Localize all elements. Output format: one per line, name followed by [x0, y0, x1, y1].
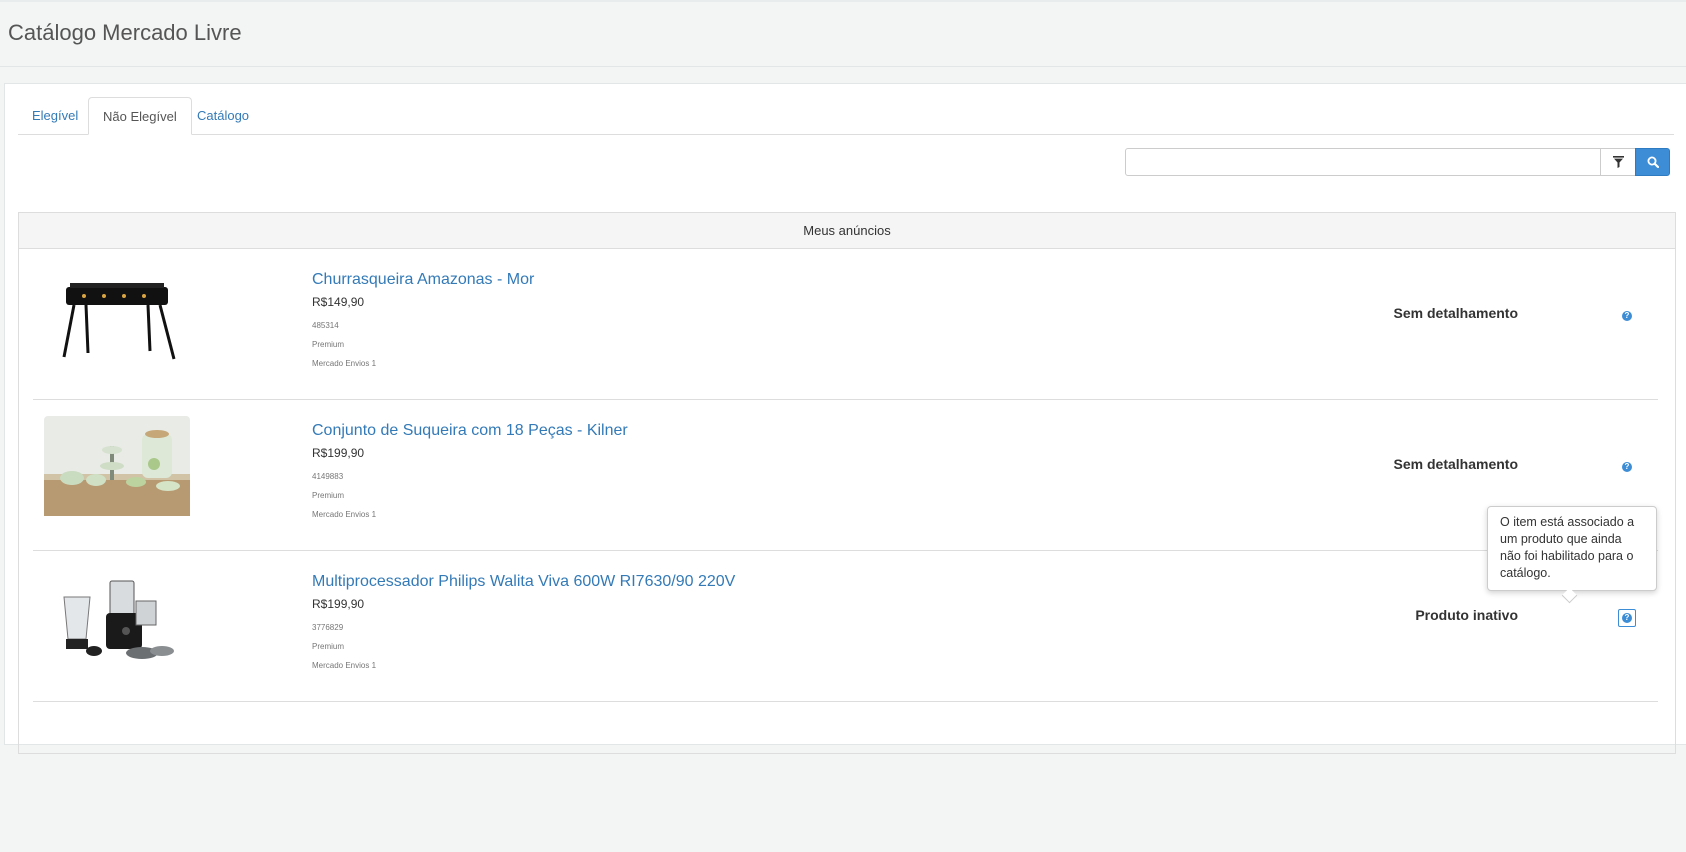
list-item: Multiprocessador Philips Walita Viva 600… — [33, 551, 1658, 702]
page-header: Catálogo Mercado Livre — [0, 0, 1686, 67]
item-sku: 4149883 — [312, 472, 344, 481]
list-item: Conjunto de Suqueira com 18 Peças - Kiln… — [33, 400, 1658, 551]
question-icon: ? — [1622, 462, 1632, 472]
item-title-link[interactable]: Multiprocessador Philips Walita Viva 600… — [312, 573, 735, 591]
item-listing-type: Premium — [312, 491, 345, 500]
item-info: Multiprocessador Philips Walita Viva 600… — [312, 573, 735, 670]
list-item: Churrasqueira Amazonas - Mor R$149,90 48… — [33, 249, 1658, 400]
status-help-button[interactable]: ? — [1618, 307, 1636, 325]
item-price: R$199,90 — [312, 597, 365, 611]
filter-button[interactable] — [1600, 148, 1636, 176]
item-title-link[interactable]: Conjunto de Suqueira com 18 Peças - Kiln… — [312, 422, 628, 440]
tab-elegivel[interactable]: Elegível — [18, 97, 92, 134]
question-icon: ? — [1622, 613, 1632, 623]
tab-bar: Elegível Não Elegível Catálogo — [18, 97, 1674, 135]
listings-header: Meus anúncios — [19, 213, 1675, 249]
item-status: Produto inativo — [1415, 607, 1518, 623]
item-shipping: Mercado Envios 1 — [312, 510, 377, 519]
item-shipping: Mercado Envios 1 — [312, 661, 377, 670]
item-price: R$199,90 — [312, 446, 365, 460]
filter-icon — [1612, 156, 1624, 168]
item-sku: 3776829 — [312, 623, 344, 632]
item-status: Sem detalhamento — [1393, 456, 1518, 472]
question-icon: ? — [1622, 311, 1632, 321]
item-info: Conjunto de Suqueira com 18 Peças - Kiln… — [312, 422, 628, 519]
search-input[interactable] — [1125, 148, 1601, 176]
item-price: R$149,90 — [312, 295, 365, 309]
search-icon — [1647, 156, 1659, 168]
product-image[interactable] — [44, 567, 190, 667]
main-panel: Elegível Não Elegível Catálogo Meus anún… — [4, 83, 1686, 754]
tab-nao-elegivel[interactable]: Não Elegível — [88, 97, 192, 135]
product-image[interactable] — [44, 265, 190, 365]
tab-catalogo[interactable]: Catálogo — [183, 97, 263, 134]
item-info: Churrasqueira Amazonas - Mor R$149,90 48… — [312, 271, 534, 368]
item-sku: 485314 — [312, 321, 339, 330]
status-help-button[interactable]: ? — [1618, 609, 1636, 627]
item-status: Sem detalhamento — [1393, 305, 1518, 321]
status-help-button[interactable]: ? — [1618, 458, 1636, 476]
item-title-link[interactable]: Churrasqueira Amazonas - Mor — [312, 271, 534, 289]
item-listing-type: Premium — [312, 340, 345, 349]
item-listing-type: Premium — [312, 642, 345, 651]
status-tooltip: O item está associado a um produto que a… — [1487, 506, 1657, 591]
search-button[interactable] — [1635, 148, 1670, 176]
item-shipping: Mercado Envios 1 — [312, 359, 377, 368]
product-image[interactable] — [44, 416, 190, 516]
listings-panel: Meus anúncios Churrasqueira Amazonas - M… — [18, 212, 1676, 754]
page-title: Catálogo Mercado Livre — [8, 20, 242, 45]
